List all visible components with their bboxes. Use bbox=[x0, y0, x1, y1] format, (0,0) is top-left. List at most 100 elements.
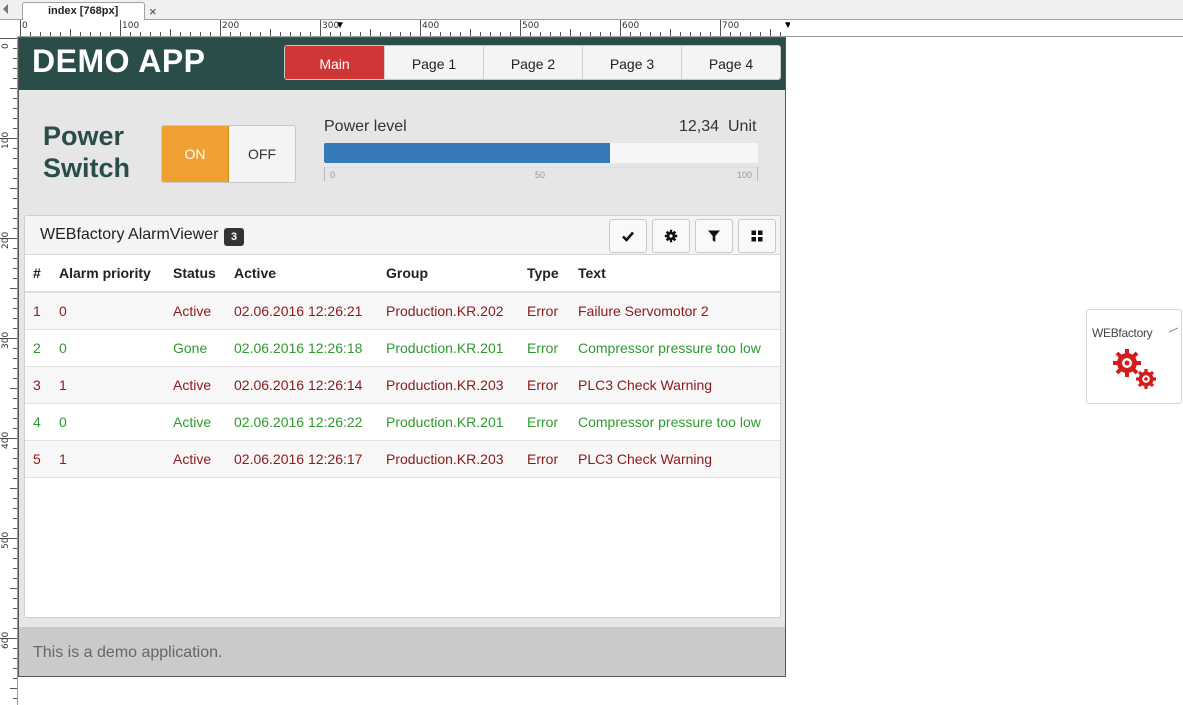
nav-item-page-3[interactable]: Page 3 bbox=[582, 46, 681, 79]
alarm-cell-text: PLC3 Check Warning bbox=[570, 440, 780, 478]
ruler-label: 200 bbox=[222, 21, 240, 31]
grid-icon bbox=[751, 230, 763, 242]
ruler-label: 100 bbox=[1, 131, 11, 149]
nav-item-page-1[interactable]: Page 1 bbox=[384, 46, 483, 79]
alarm-table: # Alarm priority Status Active Group Type Text… bbox=[25, 255, 780, 478]
alarm-table-body: 1 0 Active 02.06.2016 12:26:21 Production.KR… bbox=[25, 292, 780, 478]
app-preview: DEMO APP Main Page 1 Page 2 Page 3 Page 4 Po… bbox=[18, 37, 786, 677]
alarm-row[interactable]: 4 0 Active 02.06.2016 12:26:22 Production.KR… bbox=[25, 403, 780, 441]
alarm-cell-text: Compressor pressure too low bbox=[570, 329, 780, 367]
column-header[interactable]: Alarm priority bbox=[51, 255, 165, 293]
top-bar: DEMO APP Main Page 1 Page 2 Page 3 Page 4 bbox=[19, 38, 785, 90]
alarm-cell-group: Production.KR.203 bbox=[378, 440, 519, 478]
alarm-cell-type: Error bbox=[519, 329, 570, 367]
ruler-label: 700 bbox=[722, 21, 740, 31]
alarm-row[interactable]: 5 1 Active 02.06.2016 12:26:17 Production.KR… bbox=[25, 440, 780, 478]
nav-item-main[interactable]: Main bbox=[285, 46, 384, 79]
alarm-cell-status: Active bbox=[165, 292, 226, 330]
scale-label-mid: 50 bbox=[535, 170, 546, 180]
alarm-cell-num: 4 bbox=[25, 403, 51, 441]
document-tab[interactable]: index [768px] × bbox=[22, 2, 157, 21]
filter-button[interactable] bbox=[695, 219, 733, 253]
footer: This is a demo application. bbox=[19, 627, 785, 676]
alarm-cell-active: 02.06.2016 12:26:14 bbox=[226, 366, 378, 404]
ruler-label: 500 bbox=[522, 21, 540, 31]
tab-close-icon[interactable]: × bbox=[149, 4, 157, 19]
check-icon bbox=[622, 231, 634, 242]
alarm-viewer-header: WEBfactory AlarmViewer 3 bbox=[25, 216, 780, 255]
column-header[interactable]: Group bbox=[378, 255, 519, 293]
alarm-cell-num: 2 bbox=[25, 329, 51, 367]
alarm-row[interactable]: 3 1 Active 02.06.2016 12:26:14 Production.KR… bbox=[25, 366, 780, 404]
alarm-viewer-title: WEBfactory AlarmViewer bbox=[40, 226, 219, 243]
alarm-cell-group: Production.KR.201 bbox=[378, 329, 519, 367]
alarm-cell-active: 02.06.2016 12:26:17 bbox=[226, 440, 378, 478]
tab-scroll-left-icon[interactable] bbox=[3, 4, 8, 14]
alarm-cell-text: PLC3 Check Warning bbox=[570, 366, 780, 404]
alarm-row[interactable]: 1 0 Active 02.06.2016 12:26:21 Production.KR… bbox=[25, 292, 780, 330]
alarm-cell-status: Active bbox=[165, 440, 226, 478]
nav-item-page-2[interactable]: Page 2 bbox=[483, 46, 582, 79]
power-level-bar bbox=[324, 143, 758, 163]
toggle-off-button[interactable]: OFF bbox=[229, 126, 295, 182]
alarm-row[interactable]: 2 0 Gone 02.06.2016 12:26:18 Production.KR.2… bbox=[25, 329, 780, 367]
column-header[interactable]: Active bbox=[226, 255, 378, 293]
alarm-cell-status: Active bbox=[165, 403, 226, 441]
power-title-line1: Power bbox=[43, 121, 125, 151]
logo-text: WEBfactory bbox=[1092, 326, 1153, 340]
alarm-cell-group: Production.KR.201 bbox=[378, 403, 519, 441]
power-level-unit: Unit bbox=[728, 118, 757, 135]
power-level-fill bbox=[324, 143, 611, 163]
settings-button[interactable] bbox=[652, 219, 690, 253]
ruler-label: 500 bbox=[1, 531, 11, 549]
alarm-cell-num: 5 bbox=[25, 440, 51, 478]
alarm-viewer: WEBfactory AlarmViewer 3 # Alarm priorit… bbox=[24, 215, 781, 618]
alarm-cell-active: 02.06.2016 12:26:21 bbox=[226, 292, 378, 330]
alarm-cell-priority: 1 bbox=[51, 440, 165, 478]
column-header[interactable]: Type bbox=[519, 255, 570, 293]
alarm-cell-priority: 0 bbox=[51, 403, 165, 441]
alarm-cell-type: Error bbox=[519, 403, 570, 441]
ruler-marker-icon[interactable]: ▼ bbox=[335, 20, 345, 31]
power-toggle: ON OFF bbox=[161, 125, 296, 183]
columns-button[interactable] bbox=[738, 219, 776, 253]
ruler-label: 0 bbox=[22, 21, 28, 31]
toggle-on-button[interactable]: ON bbox=[162, 126, 229, 182]
ruler-label: 400 bbox=[422, 21, 440, 31]
logo-swoosh-icon bbox=[1169, 327, 1178, 333]
column-header[interactable]: Status bbox=[165, 255, 226, 293]
alarm-cell-status: Gone bbox=[165, 329, 226, 367]
alarm-cell-priority: 0 bbox=[51, 292, 165, 330]
alarm-cell-priority: 0 bbox=[51, 329, 165, 367]
gears-icon bbox=[1113, 349, 1156, 389]
alarm-count-badge: 3 bbox=[224, 228, 244, 246]
ruler-end-marker-icon[interactable]: ▼ bbox=[783, 20, 790, 31]
power-level-label: Power level bbox=[324, 118, 407, 135]
alarm-cell-num: 1 bbox=[25, 292, 51, 330]
horizontal-ruler: 0100200300400500600700▼▼ bbox=[18, 20, 790, 37]
ruler-label: 600 bbox=[1, 631, 11, 649]
app-brand: DEMO APP bbox=[32, 43, 206, 79]
ruler-label: 0 bbox=[1, 43, 11, 49]
alarm-cell-text: Failure Servomotor 2 bbox=[570, 292, 780, 330]
power-title-line2: Switch bbox=[43, 153, 131, 183]
alarm-cell-num: 3 bbox=[25, 366, 51, 404]
acknowledge-button[interactable] bbox=[609, 219, 647, 253]
power-switch-title: Power Switch bbox=[43, 120, 130, 184]
webfactory-logo-widget[interactable]: WEBfactory bbox=[1086, 309, 1182, 404]
scale-label-min: 0 bbox=[330, 170, 336, 180]
column-header[interactable]: Text bbox=[570, 255, 780, 293]
scale-label-max: 100 bbox=[736, 170, 752, 180]
nav-item-page-4[interactable]: Page 4 bbox=[681, 46, 780, 79]
alarm-cell-text: Compressor pressure too low bbox=[570, 403, 780, 441]
alarm-cell-type: Error bbox=[519, 292, 570, 330]
ruler-label: 200 bbox=[1, 231, 11, 249]
footer-text: This is a demo application. bbox=[33, 644, 223, 661]
power-level-scale: 0 50 100 bbox=[324, 167, 758, 181]
alarm-cell-group: Production.KR.203 bbox=[378, 366, 519, 404]
alarm-cell-priority: 1 bbox=[51, 366, 165, 404]
alarm-table-header: # Alarm priority Status Active Group Type Text bbox=[25, 255, 780, 293]
gear-icon bbox=[664, 229, 678, 243]
alarm-cell-type: Error bbox=[519, 366, 570, 404]
column-header[interactable]: # bbox=[25, 255, 51, 293]
